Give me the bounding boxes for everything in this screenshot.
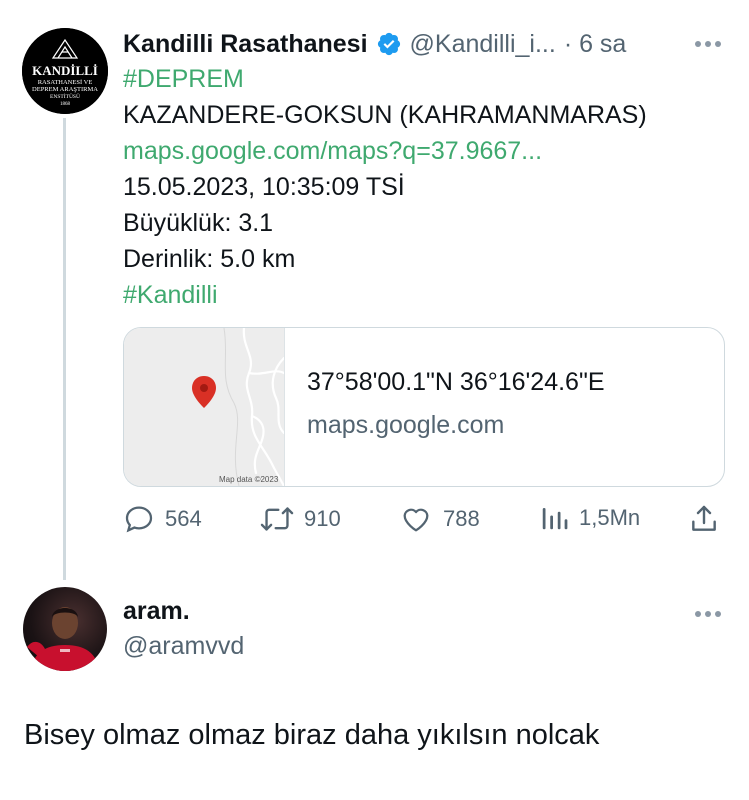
hashtag-kandilli[interactable]: #Kandilli xyxy=(123,277,218,313)
reply-more-options-icon[interactable] xyxy=(695,611,721,617)
avatar-logo-text: KANDİLLİ xyxy=(32,63,98,78)
map-link-card[interactable]: Map data ©2023 37°58'00.1"N 36°16'24.6"E… xyxy=(123,327,725,487)
reply-author-handle[interactable]: @aramvvd xyxy=(123,632,244,661)
views-count: 1,5Mn xyxy=(579,505,641,530)
map-thumbnail: Map data ©2023 xyxy=(124,328,286,486)
verified-badge-icon xyxy=(377,32,400,56)
thread-connector-line xyxy=(63,118,66,580)
map-link[interactable]: maps.google.com/maps?q=37.9667... xyxy=(123,133,542,169)
author-handle[interactable]: @Kandilli_i... xyxy=(410,30,556,59)
author-name[interactable]: Kandilli Rasathanesi xyxy=(123,30,368,59)
reply-count: 564 xyxy=(165,506,202,531)
location-text: KAZANDERE-GOKSUN (KAHRAMANMARAS) xyxy=(123,101,647,129)
share-button[interactable] xyxy=(688,503,720,535)
reply-button[interactable]: 564 xyxy=(123,503,202,535)
tweet-header: Kandilli Rasathanesi @Kandilli_i... · 6 … xyxy=(123,26,626,62)
map-credit-text: Map data ©2023 xyxy=(219,475,279,484)
card-domain: maps.google.com xyxy=(307,411,505,439)
avatar-logo-sub2: DEPREM ARAŞTIRMA xyxy=(32,86,98,93)
map-pin-icon xyxy=(192,376,216,408)
datetime-text: 15.05.2023, 10:35:09 TSİ xyxy=(123,173,405,201)
like-button[interactable]: 788 xyxy=(399,503,480,535)
card-coordinates: 37°58'00.1"N 36°16'24.6"E xyxy=(307,368,605,396)
avatar-logo-sub3: ENSTİTÜSÜ xyxy=(50,93,80,100)
retweet-icon xyxy=(260,507,294,531)
reply-author-name[interactable]: aram. xyxy=(123,597,190,626)
reply-icon xyxy=(125,506,153,533)
views-button[interactable]: 1,5Mn xyxy=(539,503,640,533)
avatar-logo-sub1: RASATHANESİ VE xyxy=(38,79,93,86)
profile-photo xyxy=(27,607,99,671)
depth-text: Derinlik: 5.0 km xyxy=(123,245,296,273)
heart-icon xyxy=(403,508,429,532)
like-count: 788 xyxy=(443,506,480,531)
more-options-icon[interactable] xyxy=(695,41,721,47)
tweet-timestamp[interactable]: · 6 sa xyxy=(564,30,627,59)
kandilli-avatar[interactable]: KANDİLLİ RASATHANESİ VE DEPREM ARAŞTIRMA… xyxy=(22,28,108,114)
reply-text: Bisey olmaz olmaz biraz daha yıkılsın no… xyxy=(24,719,600,751)
retweet-count: 910 xyxy=(304,506,341,531)
avatar-logo-year: 1868 xyxy=(60,102,71,107)
views-chart-icon xyxy=(542,508,568,530)
retweet-button[interactable]: 910 xyxy=(260,503,341,535)
hashtag-deprem[interactable]: #DEPREM xyxy=(123,61,244,97)
share-icon xyxy=(692,505,716,531)
kandilli-logo-icon: KANDİLLİ RASATHANESİ VE DEPREM ARAŞTIRMA… xyxy=(22,28,108,114)
aram-avatar[interactable] xyxy=(23,587,107,671)
tweet-actions-bar: 564 910 788 1,5Mn xyxy=(123,503,723,539)
magnitude-text: Büyüklük: 3.1 xyxy=(123,209,274,237)
